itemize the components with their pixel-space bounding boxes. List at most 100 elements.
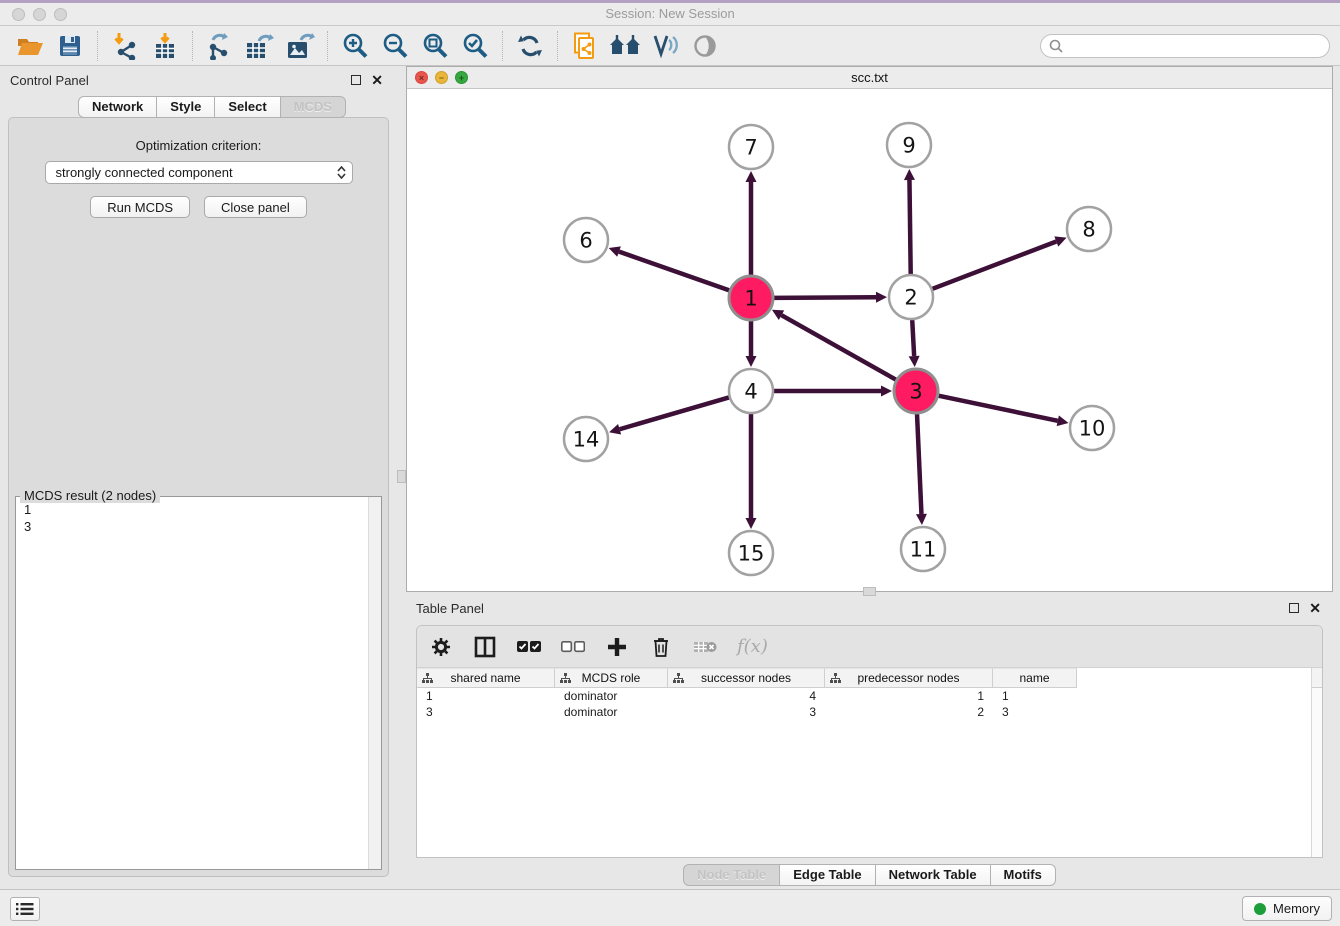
criterion-select[interactable]: strongly connected component [45, 161, 353, 184]
tab-select[interactable]: Select [215, 96, 280, 118]
minimize-window-icon[interactable] [33, 8, 46, 21]
close-table-panel-icon[interactable]: ✕ [1309, 603, 1321, 613]
table-cell[interactable]: 2 [825, 704, 993, 720]
mcds-result-label: MCDS result (2 nodes) [20, 488, 160, 503]
tab-mcds[interactable]: MCDS [281, 96, 346, 118]
mcds-result-box: MCDS result (2 nodes) 13 [15, 496, 382, 870]
close-window-icon[interactable] [12, 8, 25, 21]
table-panel-tabs: Node TableEdge TableNetwork TableMotifs [406, 864, 1333, 886]
table-cell[interactable]: 4 [668, 688, 825, 704]
zoom-selected-icon[interactable] [455, 30, 495, 62]
table-panel-title: Table Panel [416, 601, 484, 616]
network-canvas[interactable]: 7968124314101511 [407, 89, 1332, 591]
horizontal-split-handle[interactable] [863, 587, 876, 596]
close-view-icon[interactable]: × [415, 71, 428, 84]
settings-gear-icon[interactable] [429, 635, 453, 659]
zoom-out-icon[interactable] [375, 30, 415, 62]
export-image-icon[interactable] [280, 30, 320, 62]
float-panel-icon[interactable] [351, 75, 361, 85]
window-title: Session: New Session [0, 3, 1340, 25]
maximize-view-icon[interactable]: + [455, 71, 468, 84]
graph-edge-3-1[interactable] [781, 315, 895, 380]
graph-edge-1-2[interactable] [774, 297, 876, 298]
graph-edge-2-9[interactable] [909, 180, 910, 274]
result-scrollbar[interactable] [368, 497, 381, 869]
optimization-criterion-label: Optimization criterion: [9, 138, 388, 153]
graph-edge-2-3[interactable] [912, 320, 914, 356]
task-history-button[interactable] [10, 897, 40, 921]
column-header-successor-nodes[interactable]: successor nodes [668, 668, 825, 688]
graph-edge-2-8[interactable] [932, 241, 1056, 288]
function-builder-icon[interactable]: f(x) [737, 635, 768, 659]
run-mcds-button[interactable]: Run MCDS [90, 196, 190, 218]
float-table-panel-icon[interactable] [1289, 603, 1299, 613]
column-header-mcds-role[interactable]: MCDS role [555, 668, 668, 688]
graph-edge-3-10[interactable] [939, 396, 1058, 421]
refresh-view-icon[interactable] [510, 30, 550, 62]
new-network-from-selection-icon[interactable] [565, 30, 605, 62]
control-panel-tabs: NetworkStyleSelectMCDS [78, 96, 346, 118]
table-cell[interactable]: dominator [555, 704, 668, 720]
tab-node-table[interactable]: Node Table [683, 864, 780, 886]
search-icon [1049, 39, 1063, 53]
close-panel-icon[interactable]: ✕ [371, 75, 383, 85]
zoom-window-icon[interactable] [54, 8, 67, 21]
minimize-view-icon[interactable]: − [435, 71, 448, 84]
zoom-in-icon[interactable] [335, 30, 375, 62]
graph-node-label-15: 15 [738, 542, 765, 566]
add-row-icon[interactable] [605, 635, 629, 659]
graph-edge-1-6[interactable] [619, 252, 729, 291]
column-header-shared-name[interactable]: shared name [417, 668, 555, 688]
import-network-icon[interactable] [105, 30, 145, 62]
table-cell[interactable]: 3 [993, 704, 1077, 720]
tab-network-table[interactable]: Network Table [876, 864, 991, 886]
tab-style[interactable]: Style [157, 96, 215, 118]
export-network-icon[interactable] [200, 30, 240, 62]
open-session-icon[interactable] [10, 30, 50, 62]
window-controls[interactable] [12, 8, 67, 21]
select-stepper-icon [337, 166, 346, 179]
hide-graphics-details-icon[interactable] [645, 30, 685, 62]
graph-edge-3-11[interactable] [917, 414, 921, 514]
search-box[interactable] [1040, 34, 1330, 58]
tab-network[interactable]: Network [78, 96, 157, 118]
memory-status-icon [1254, 903, 1266, 915]
network-view-title: scc.txt [407, 67, 1332, 88]
table-row[interactable]: 3dominator323 [417, 704, 1322, 720]
delete-table-icon[interactable] [693, 635, 717, 659]
table-cell[interactable]: 1 [825, 688, 993, 704]
table-cell[interactable]: 1 [993, 688, 1077, 704]
graph-node-label-3: 3 [909, 380, 922, 404]
column-header-predecessor-nodes[interactable]: predecessor nodes [825, 668, 993, 688]
tab-edge-table[interactable]: Edge Table [780, 864, 875, 886]
toolbar-separator [327, 31, 328, 61]
node-table-header: shared nameMCDS rolesuccessor nodesprede… [417, 668, 1322, 688]
network-view-window: × − + scc.txt 7968124314101511 [406, 66, 1333, 592]
import-table-icon[interactable] [145, 30, 185, 62]
column-header-name[interactable]: name [993, 668, 1077, 688]
first-neighbors-icon[interactable] [605, 30, 645, 62]
table-cell[interactable]: 1 [417, 688, 555, 704]
save-session-icon[interactable] [50, 30, 90, 62]
graph-node-label-6: 6 [579, 229, 592, 253]
clear-all-checks-icon[interactable] [561, 635, 585, 659]
graph-edge-4-14[interactable] [620, 397, 729, 429]
tab-motifs[interactable]: Motifs [991, 864, 1056, 886]
memory-button[interactable]: Memory [1242, 896, 1332, 921]
show-graphics-details-icon[interactable] [685, 30, 725, 62]
delete-rows-icon[interactable] [649, 635, 673, 659]
table-cell[interactable]: 3 [417, 704, 555, 720]
select-all-checks-icon[interactable] [517, 635, 541, 659]
vertical-split-handle[interactable] [397, 470, 406, 483]
main-toolbar [0, 26, 1340, 66]
zoom-fit-icon[interactable] [415, 30, 455, 62]
close-panel-button[interactable]: Close panel [204, 196, 307, 218]
table-row[interactable]: 1dominator411 [417, 688, 1322, 704]
window-titlebar: Session: New Session [0, 0, 1340, 26]
toggle-columns-icon[interactable] [473, 635, 497, 659]
table-cell[interactable]: 3 [668, 704, 825, 720]
table-scrollbar[interactable] [1311, 668, 1322, 857]
search-input[interactable] [1068, 38, 1321, 53]
table-cell[interactable]: dominator [555, 688, 668, 704]
export-table-icon[interactable] [240, 30, 280, 62]
